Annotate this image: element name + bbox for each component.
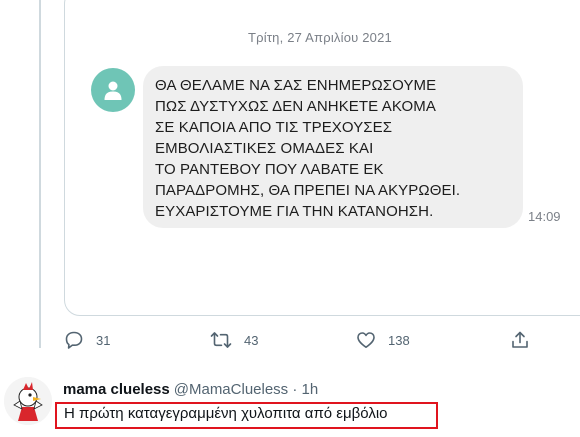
sms-time: 14:09: [528, 209, 561, 224]
sms-message-text: ΘΑ ΘΕΛΑΜΕ ΝΑ ΣΑΣ ΕΝΗΜΕΡΩΣΟΥΜΕ ΠΩΣ ΔΥΣΤΥΧ…: [155, 75, 460, 222]
like-button[interactable]: 138: [356, 330, 410, 350]
person-icon: [91, 68, 135, 112]
sms-line: ΠΩΣ ΔΥΣΤΥΧΩΣ ΔΕΝ ΑΝΗΚΕΤΕ ΑΚΟΜΑ: [155, 98, 436, 115]
like-icon: [356, 330, 376, 350]
sms-line: ΤΟ ΡΑΝΤΕΒΟΥ ΠΟΥ ΛΑΒΑΤΕ ΕΚ: [155, 161, 384, 178]
retweet-icon: [210, 330, 232, 350]
author-name[interactable]: mama clueless: [63, 381, 170, 398]
reply-count: 31: [96, 332, 111, 348]
tweet-author-line: mama clueless @MamaClueless · 1h: [63, 381, 318, 398]
sms-line: ΕΜΒΟΛΙΑΣΤΙΚΕΣ ΟΜΑΔΕΣ ΚΑΙ: [155, 140, 374, 157]
share-button[interactable]: [510, 330, 530, 350]
sms-line: ΠΑΡΑΔΡΟΜΗΣ, ΘΑ ΠΡΕΠΕΙ ΝΑ ΑΚΥΡΩΘΕΙ.: [155, 182, 461, 199]
avatar[interactable]: [4, 377, 52, 425]
sms-date: Τρίτη, 27 Απριλίου 2021: [248, 30, 392, 45]
sms-line: ΘΑ ΘΕΛΑΜΕ ΝΑ ΣΑΣ ΕΝΗΜΕΡΩΣΟΥΜΕ: [155, 77, 437, 94]
like-count: 138: [388, 332, 410, 348]
thread-connector-line: [39, 0, 41, 348]
reply-icon: [64, 330, 84, 350]
sms-line: ΕΥΧΑΡΙΣΤΟΥΜΕ ΓΙΑ ΤΗΝ ΚΑΤΑΝΟΗΣΗ.: [155, 203, 434, 220]
retweet-count: 43: [244, 332, 259, 348]
retweet-button[interactable]: 43: [210, 330, 258, 350]
reply-button[interactable]: 31: [64, 330, 110, 350]
tweet-text: Η πρώτη καταγεγραμμένη χυλοπιτα από εμβό…: [64, 405, 388, 422]
sms-line: ΣΕ ΚΑΠΟΙΑ ΑΠΟ ΤΙΣ ΤΡΕΧΟΥΣΕΣ: [155, 119, 393, 136]
author-handle[interactable]: @MamaClueless · 1h: [174, 381, 318, 398]
share-icon: [510, 330, 530, 350]
